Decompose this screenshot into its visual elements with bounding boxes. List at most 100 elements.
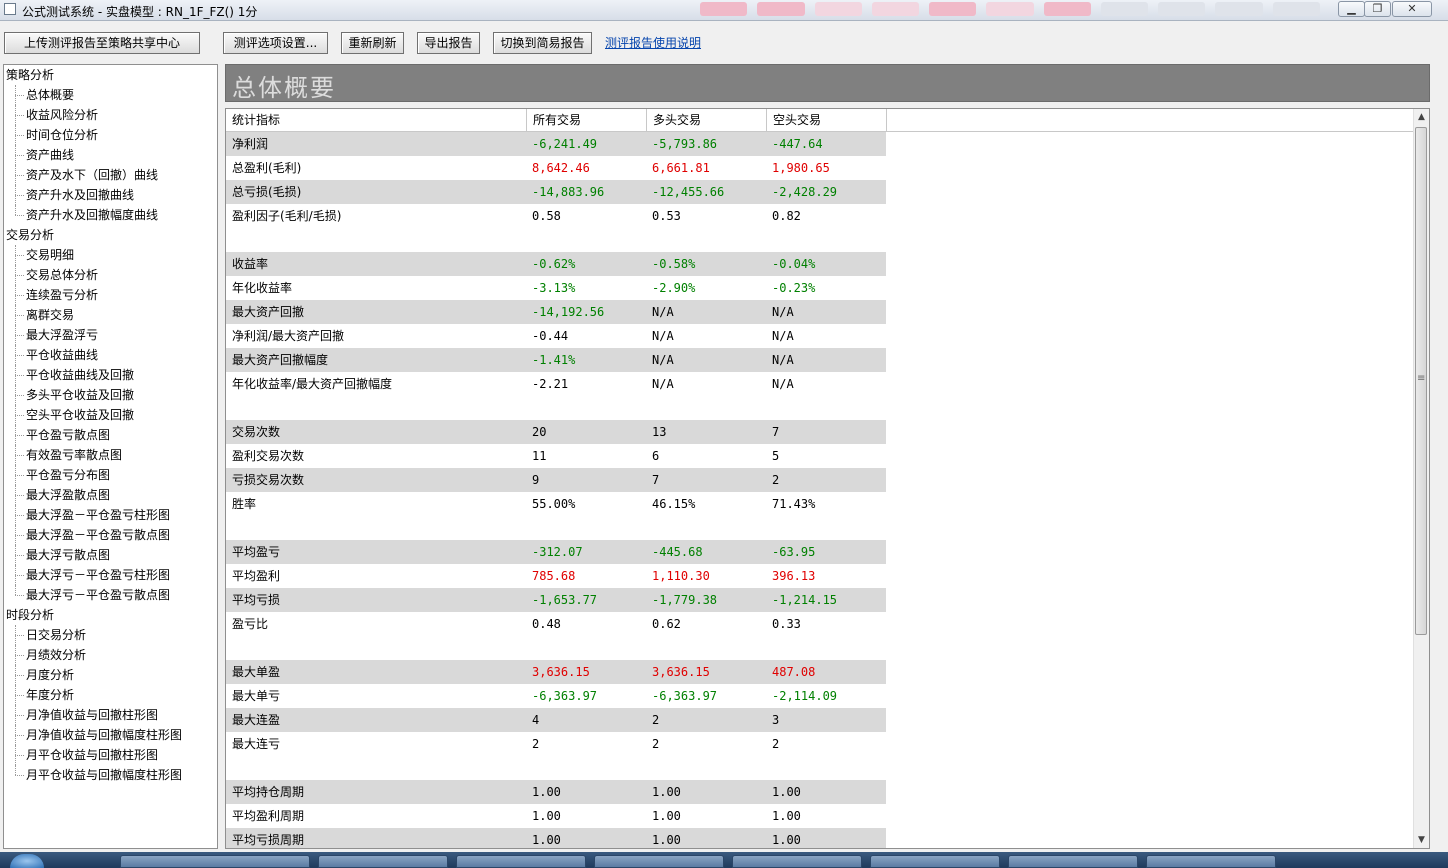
switch-simple-report-button[interactable]: 切换到简易报告 xyxy=(493,32,592,54)
tree-item[interactable]: 月平仓收益与回撤幅度柱形图 xyxy=(4,765,217,785)
tree-item[interactable]: 总体概要 xyxy=(4,85,217,105)
metric-value: 71.43% xyxy=(772,497,816,511)
column-header-short[interactable]: 空头交易 xyxy=(767,109,887,131)
tree-item[interactable]: 有效盈亏率散点图 xyxy=(4,445,217,465)
metric-value: 1.00 xyxy=(652,809,681,823)
test-options-button[interactable]: 测评选项设置... xyxy=(223,32,328,54)
metric-value: -1,214.15 xyxy=(772,593,838,607)
metric-value: -14,192.56 xyxy=(532,305,605,319)
column-header-metric[interactable]: 统计指标 xyxy=(226,109,527,131)
tree-item[interactable]: 最大浮盈散点图 xyxy=(4,485,217,505)
column-header-long[interactable]: 多头交易 xyxy=(647,109,767,131)
tree-item[interactable]: 平仓收益曲线及回撤 xyxy=(4,365,217,385)
analysis-tree[interactable]: 策略分析 总体概要 收益风险分析 时间仓位分析 资产曲线 资产及水下（回撤）曲线 资产升水及… xyxy=(3,64,218,849)
metric-value: 55.00% xyxy=(532,497,576,511)
table-spacer-row xyxy=(226,756,886,780)
metric-value: 487.08 xyxy=(772,665,816,679)
tree-item[interactable]: 资产曲线 xyxy=(4,145,217,165)
start-button-icon[interactable] xyxy=(10,854,44,868)
scroll-up-arrow-icon[interactable]: ▲ xyxy=(1414,109,1429,125)
tree-item[interactable]: 最大浮盈浮亏 xyxy=(4,325,217,345)
metric-value: -6,363.97 xyxy=(652,689,718,703)
metric-label: 胜率 xyxy=(232,497,257,511)
tree-item[interactable]: 月净值收益与回撤柱形图 xyxy=(4,705,217,725)
title-bar: 公式测试系统 - 实盘模型 : RN_1F_FZ() 1分 ▁ ❐ ✕ xyxy=(0,0,1448,21)
tree-item[interactable]: 资产升水及回撤幅度曲线 xyxy=(4,205,217,225)
metric-label: 盈亏比 xyxy=(232,617,269,631)
tree-item[interactable]: 资产及水下（回撤）曲线 xyxy=(4,165,217,185)
metric-value: -6,241.49 xyxy=(532,137,598,151)
tree-item[interactable]: 连续盈亏分析 xyxy=(4,285,217,305)
taskbar-item[interactable] xyxy=(456,855,586,868)
metric-value: 0.48 xyxy=(532,617,561,631)
vertical-scrollbar[interactable]: ▲ ≡ ▼ xyxy=(1413,109,1429,848)
metric-label: 平均盈亏 xyxy=(232,545,281,559)
metric-label: 最大连亏 xyxy=(232,737,281,751)
tree-item[interactable]: 收益风险分析 xyxy=(4,105,217,125)
tree-item[interactable]: 平仓收益曲线 xyxy=(4,345,217,365)
tree-item[interactable]: 最大浮亏－平仓盈亏散点图 xyxy=(4,585,217,605)
taskbar-item[interactable] xyxy=(732,855,862,868)
metric-value: 8,642.46 xyxy=(532,161,590,175)
taskbar-item[interactable] xyxy=(1146,855,1276,868)
table-row: 净利润/最大资产回撤 -0.44 N/A N/A xyxy=(226,324,886,348)
table-row: 盈亏比 0.48 0.62 0.33 xyxy=(226,612,886,636)
tree-item[interactable]: 资产升水及回撤曲线 xyxy=(4,185,217,205)
metric-value: 785.68 xyxy=(532,569,576,583)
metric-value: -2.21 xyxy=(532,377,569,391)
refresh-button[interactable]: 重新刷新 xyxy=(341,32,404,54)
taskbar-item[interactable] xyxy=(870,855,1000,868)
tree-item[interactable]: 年度分析 xyxy=(4,685,217,705)
metric-value: 1.00 xyxy=(772,785,801,799)
metric-value: 0.58 xyxy=(532,209,561,223)
tree-item[interactable]: 多头平仓收益及回撤 xyxy=(4,385,217,405)
column-header-all[interactable]: 所有交易 xyxy=(527,109,647,131)
taskbar-item[interactable] xyxy=(594,855,724,868)
tree-item[interactable]: 交易总体分析 xyxy=(4,265,217,285)
maximize-button[interactable]: ❐ xyxy=(1364,1,1391,17)
upload-report-button[interactable]: 上传测评报告至策略共享中心 xyxy=(4,32,200,54)
tree-item[interactable]: 最大浮盈－平仓盈亏散点图 xyxy=(4,525,217,545)
metric-value: N/A xyxy=(652,305,674,319)
tree-item[interactable]: 月度分析 xyxy=(4,665,217,685)
metric-value: N/A xyxy=(772,377,794,391)
table-row: 平均持仓周期 1.00 1.00 1.00 xyxy=(226,780,886,804)
tree-category[interactable]: 时段分析 xyxy=(4,605,217,625)
tree-item[interactable]: 交易明细 xyxy=(4,245,217,265)
minimize-button[interactable]: ▁ xyxy=(1338,1,1365,17)
tree-item[interactable]: 平仓盈亏分布图 xyxy=(4,465,217,485)
metric-value: 1.00 xyxy=(532,833,561,847)
tree-item[interactable]: 月净值收益与回撤幅度柱形图 xyxy=(4,725,217,745)
export-report-button[interactable]: 导出报告 xyxy=(417,32,480,54)
tree-category[interactable]: 策略分析 xyxy=(4,65,217,85)
tree-item[interactable]: 离群交易 xyxy=(4,305,217,325)
report-help-link[interactable]: 测评报告使用说明 xyxy=(605,34,701,51)
page-title: 总体概要 xyxy=(232,74,336,102)
table-spacer-row xyxy=(226,396,886,420)
taskbar-item[interactable] xyxy=(1008,855,1138,868)
tree-item[interactable]: 日交易分析 xyxy=(4,625,217,645)
scroll-down-arrow-icon[interactable]: ▼ xyxy=(1414,832,1429,848)
tree-category[interactable]: 交易分析 xyxy=(4,225,217,245)
tree-item[interactable]: 空头平仓收益及回撤 xyxy=(4,405,217,425)
tree-item[interactable]: 月平仓收益与回撤柱形图 xyxy=(4,745,217,765)
metric-value: -445.68 xyxy=(652,545,703,559)
metric-value: 4 xyxy=(532,713,540,727)
tree-item[interactable]: 月绩效分析 xyxy=(4,645,217,665)
tree-item[interactable]: 最大浮盈－平仓盈亏柱形图 xyxy=(4,505,217,525)
taskbar-item[interactable] xyxy=(318,855,448,868)
metric-value: 0.82 xyxy=(772,209,801,223)
metric-label: 平均亏损周期 xyxy=(232,833,305,847)
table-spacer-row xyxy=(226,516,886,540)
tree-item[interactable]: 时间仓位分析 xyxy=(4,125,217,145)
table-row: 平均亏损 -1,653.77 -1,779.38 -1,214.15 xyxy=(226,588,886,612)
table-row: 收益率 -0.62% -0.58% -0.04% xyxy=(226,252,886,276)
metric-value: -5,793.86 xyxy=(652,137,718,151)
tree-item[interactable]: 最大浮亏－平仓盈亏柱形图 xyxy=(4,565,217,585)
tree-item[interactable]: 最大浮亏散点图 xyxy=(4,545,217,565)
taskbar-item[interactable] xyxy=(120,855,310,868)
app-icon xyxy=(4,3,16,15)
tree-item[interactable]: 平仓盈亏散点图 xyxy=(4,425,217,445)
close-button[interactable]: ✕ xyxy=(1392,1,1432,17)
table-row: 净利润 -6,241.49 -5,793.86 -447.64 xyxy=(226,132,886,156)
